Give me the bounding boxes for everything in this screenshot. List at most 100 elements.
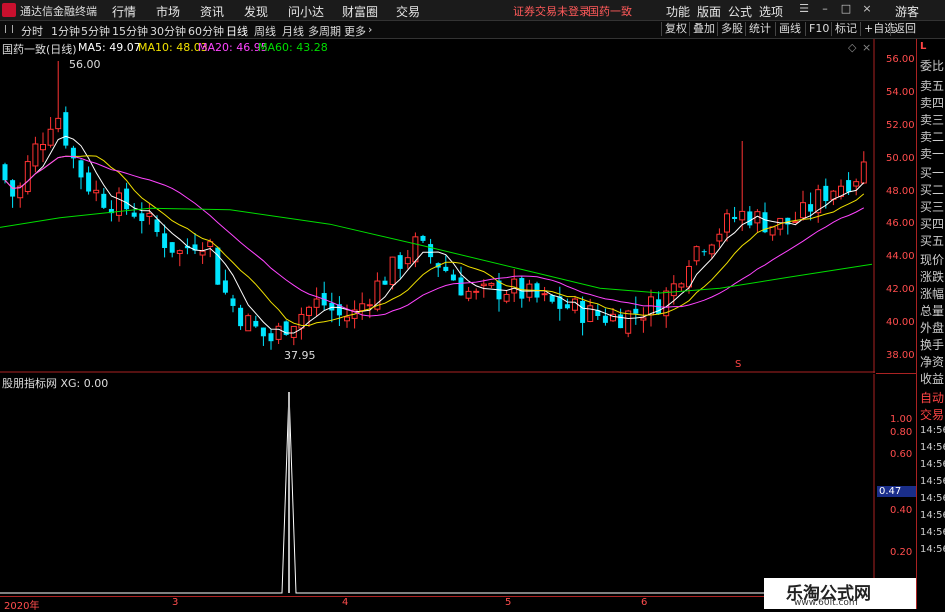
- minimize-icon[interactable]: –: [818, 2, 832, 16]
- menu-wealth-circle[interactable]: 财富圈: [342, 3, 378, 20]
- period-tab[interactable]: 月线: [282, 23, 304, 39]
- tool-draw[interactable]: 画线: [775, 22, 804, 36]
- price-axis: 56.00 54.00 52.00 50.00 48.00 46.00 44.0…: [876, 39, 916, 373]
- quote-label: 换手: [920, 338, 945, 352]
- quote-label: 收益: [920, 372, 945, 386]
- price-tick: 42.00: [886, 284, 915, 295]
- quote-label: 卖四: [920, 96, 945, 110]
- ma60-label: MA60: 43.28: [258, 41, 328, 54]
- ma10-line: [4, 155, 865, 327]
- quote-label: 现价: [920, 253, 945, 267]
- ma-lines-layer: [0, 135, 873, 334]
- menu-market[interactable]: 市场: [156, 3, 180, 20]
- signal-marker: S: [735, 359, 742, 370]
- menu-news[interactable]: 资讯: [200, 3, 224, 20]
- diamond-icon[interactable]: ◇: [848, 41, 856, 54]
- window-menu-icon[interactable]: ☰: [797, 2, 811, 16]
- high-price-label: 56.00: [69, 58, 101, 71]
- quote-label: 卖二: [920, 130, 945, 144]
- tool-mark[interactable]: 标记: [831, 22, 860, 36]
- quote-label: 买二: [920, 183, 945, 197]
- period-tab-active[interactable]: 日线: [226, 23, 248, 39]
- period-tab[interactable]: 多周期: [308, 23, 341, 39]
- indicator-tick: 0.20: [890, 547, 913, 558]
- period-tab[interactable]: 60分钟: [188, 23, 224, 39]
- guest-label[interactable]: 游客: [895, 3, 919, 20]
- app-title: 通达信金融终端: [20, 5, 97, 18]
- indicator-tick: 0.40: [890, 505, 913, 516]
- indicator-title: 股朋指标网 XG: 0.00: [2, 377, 109, 390]
- quote-label: 卖五: [920, 79, 945, 93]
- period-toolbar: 分时 1分钟 5分钟 15分钟 30分钟 60分钟 日线 周线 月线 多周期 更…: [0, 21, 945, 39]
- date-tick: 3: [172, 597, 179, 608]
- menu-ask[interactable]: 问小达: [288, 3, 324, 20]
- quote-label: 外盘: [920, 321, 945, 335]
- quote-label: 涨跌: [920, 270, 945, 284]
- kline-chart[interactable]: [0, 39, 875, 373]
- date-tick: 6: [641, 597, 648, 608]
- indicator-chart[interactable]: [0, 374, 875, 596]
- ma20-line: [4, 155, 865, 317]
- indicator-axis: 1.00 0.80 0.60 0.47 0.40 0.20: [876, 374, 917, 596]
- period-tab[interactable]: 15分钟: [112, 23, 148, 39]
- maximize-icon[interactable]: □: [839, 2, 853, 16]
- close-panel-icon[interactable]: ×: [862, 41, 871, 54]
- tick-time: 14:56: [920, 510, 945, 521]
- menu-quotes[interactable]: 行情: [112, 3, 136, 20]
- low-price-label: 37.95: [284, 349, 316, 362]
- indicator-tick: 0.80: [890, 427, 913, 438]
- tool-overlay[interactable]: 叠加: [689, 22, 718, 36]
- tool-fq[interactable]: 复权: [661, 22, 690, 36]
- price-tick: 46.00: [886, 218, 915, 229]
- quote-label: 买四: [920, 217, 945, 231]
- login-notice[interactable]: 证券交易未登录: [513, 3, 590, 19]
- tick-time: 14:56: [920, 476, 945, 487]
- menu-discover[interactable]: 发现: [244, 3, 268, 20]
- auto-trade-label[interactable]: 自动: [920, 389, 944, 406]
- date-tick: 4: [342, 597, 349, 608]
- period-tab[interactable]: 周线: [254, 23, 276, 39]
- quote-label: 总量: [920, 304, 945, 318]
- price-tick: 48.00: [886, 186, 915, 197]
- quote-label: 卖一: [920, 147, 945, 161]
- auto-trade-label[interactable]: 交易: [920, 406, 944, 423]
- period-tab[interactable]: 30分钟: [150, 23, 186, 39]
- quote-label: 委比: [920, 59, 945, 73]
- menu-formula[interactable]: 公式: [728, 3, 752, 20]
- tool-multi[interactable]: 多股: [717, 22, 746, 36]
- axis-divider: [876, 373, 916, 374]
- tick-time: 14:56: [920, 425, 945, 436]
- tool-stats[interactable]: 统计: [745, 22, 774, 36]
- close-icon[interactable]: ×: [860, 2, 874, 16]
- quote-label: 涨幅: [920, 287, 945, 301]
- tool-f10[interactable]: F10: [805, 22, 832, 36]
- chevron-right-icon[interactable]: ›: [368, 23, 372, 36]
- period-tab[interactable]: 1分钟: [51, 23, 80, 39]
- date-tick: 5: [505, 597, 512, 608]
- watermark: 乐淘公式网 www.60lt.com: [764, 578, 916, 609]
- watermark-url: www.60lt.com: [794, 598, 858, 608]
- indicator-tick: 1.00: [890, 414, 913, 425]
- panel-header: L: [920, 41, 927, 52]
- tool-back[interactable]: 返回: [890, 22, 919, 36]
- date-tick: 2020年: [4, 601, 40, 612]
- price-tick: 40.00: [886, 317, 915, 328]
- ma5-line: [4, 135, 865, 334]
- panel-toggle-icon[interactable]: [5, 25, 13, 33]
- period-tab[interactable]: 分时: [21, 23, 43, 39]
- tick-time: 14:56: [920, 544, 945, 555]
- tick-time: 14:56: [920, 493, 945, 504]
- ma5-label: MA5: 49.07: [78, 41, 141, 54]
- period-tab-more[interactable]: 更多: [344, 23, 366, 39]
- tick-time: 14:56: [920, 527, 945, 538]
- menu-layout[interactable]: 版面: [697, 3, 721, 20]
- price-tick: 54.00: [886, 87, 915, 98]
- stock-notice[interactable]: 国药一致: [588, 3, 632, 19]
- menu-bar: 通达信金融终端 行情 市场 资讯 发现 问小达 财富圈 交易 证券交易未登录 国…: [0, 0, 945, 21]
- menu-trade[interactable]: 交易: [396, 3, 420, 20]
- menu-function[interactable]: 功能: [666, 3, 690, 20]
- candles-layer: [2, 61, 867, 350]
- indicator-current-value: 0.47: [877, 486, 917, 497]
- period-tab[interactable]: 5分钟: [81, 23, 110, 39]
- menu-options[interactable]: 选项: [759, 3, 783, 20]
